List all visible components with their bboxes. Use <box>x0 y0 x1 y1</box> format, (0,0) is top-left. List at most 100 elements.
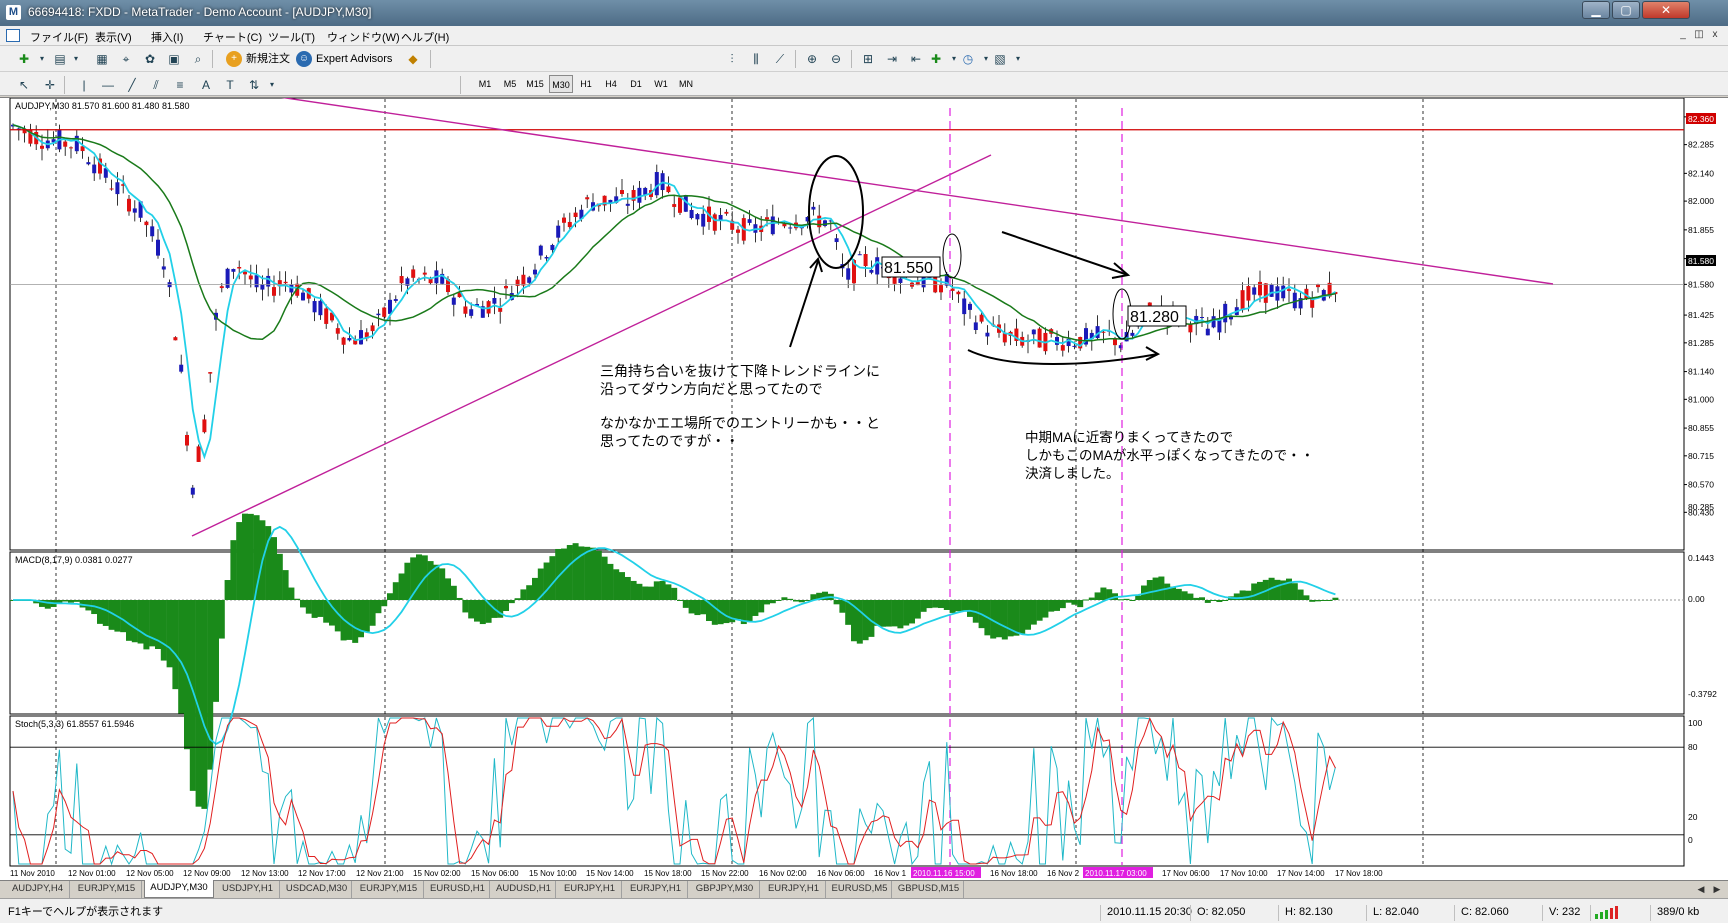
macd-histogram-bar <box>375 600 382 614</box>
templates-dropdown-icon[interactable]: ▾ <box>1008 50 1028 68</box>
macd-histogram-bar <box>387 593 393 600</box>
data-window-icon[interactable]: ⌖ <box>116 50 136 68</box>
candle-body <box>370 325 375 332</box>
zoom-out-icon[interactable]: ⊖ <box>826 50 846 68</box>
maximize-button[interactable]: ▢ <box>1612 1 1640 19</box>
chart-tab[interactable]: EURUSD,H1 <box>426 881 490 898</box>
vertical-line-icon[interactable]: | <box>74 76 94 94</box>
chart-shift-icon[interactable]: ⇤ <box>906 50 926 68</box>
fibonacci-icon[interactable]: ≡ <box>170 76 190 94</box>
bar-chart-icon[interactable]: ⫶ <box>722 50 742 68</box>
price-axis: 82.42582.28582.14082.00081.85581.71081.5… <box>1684 112 1714 517</box>
candle-body <box>179 364 184 372</box>
menu-help[interactable]: ヘルプ(H) <box>401 29 449 45</box>
price-axis-label: 81.580 <box>1688 279 1714 289</box>
price-axis-label: 80.570 <box>1688 480 1714 490</box>
chart-tab[interactable]: GBPJPY,M30 <box>690 881 760 898</box>
timeframe-m30-button[interactable]: M30 <box>549 75 573 93</box>
minimize-button[interactable]: ▁ <box>1582 1 1610 19</box>
timeframe-m1-button[interactable]: M1 <box>473 75 497 93</box>
entry-candle-ellipse <box>942 233 962 279</box>
timeframe-d1-button[interactable]: D1 <box>624 75 648 93</box>
macd-histogram-bar <box>1059 600 1066 609</box>
menu-chart[interactable]: チャート(C) <box>203 29 262 45</box>
text-icon[interactable]: A <box>196 76 216 94</box>
price-chart[interactable]: 82.42582.28582.14082.00081.85581.71081.5… <box>0 98 1728 881</box>
chart-tab[interactable]: AUDJPY,M30 <box>144 880 214 898</box>
tab-scroll-left-icon[interactable]: ◀ <box>1694 881 1708 897</box>
indicators-icon[interactable]: ✚ <box>926 50 946 68</box>
timeframe-w1-button[interactable]: W1 <box>649 75 673 93</box>
timeframe-mn-button[interactable]: MN <box>674 75 698 93</box>
candle-body <box>968 303 972 310</box>
status-open: O: 82.050 <box>1190 905 1245 921</box>
title-bar: M 66694418: FXDD - MetaTrader - Demo Acc… <box>0 0 1728 26</box>
chart-tab[interactable]: AUDJPY,H4 <box>6 881 70 898</box>
horizontal-line-icon[interactable]: — <box>98 76 118 94</box>
menu-insert[interactable]: 挿入(I) <box>151 29 183 45</box>
market-watch-icon[interactable]: ▦ <box>92 50 112 68</box>
profiles-dropdown-icon[interactable]: ▾ <box>66 50 86 68</box>
warning-icon[interactable]: ◆ <box>403 50 423 68</box>
terminal-icon[interactable]: ▣ <box>164 50 184 68</box>
arrows-dropdown-icon[interactable]: ▾ <box>262 76 282 94</box>
time-axis-label: 16 Nov 06:00 <box>817 869 865 878</box>
menu-view[interactable]: 表示(V) <box>95 29 132 45</box>
new-chart-dropdown-icon[interactable]: ▾ <box>32 50 52 68</box>
marker-time-label-1: 2010.11.16 15:00 <box>913 869 975 878</box>
candlestick-icon[interactable]: ⫼ <box>746 50 766 68</box>
menu-file[interactable]: ファイル(F) <box>30 29 88 45</box>
chart-tab[interactable]: EURUSD,M5 <box>828 881 892 898</box>
macd-histogram-bar <box>1077 600 1084 608</box>
zoom-in-icon[interactable]: ⊕ <box>802 50 822 68</box>
timeframe-h1-button[interactable]: H1 <box>574 75 598 93</box>
status-datetime: 2010.11.15 20:30 <box>1100 905 1192 921</box>
close-button[interactable]: ✕ <box>1642 1 1690 19</box>
chart-tab[interactable]: GBPUSD,M15 <box>894 881 964 898</box>
strategy-tester-icon[interactable]: ⌕ <box>188 50 208 68</box>
menu-window[interactable]: ウィンドウ(W) <box>327 29 400 45</box>
chart-tab[interactable]: EURJPY,M15 <box>72 881 142 898</box>
line-chart-icon[interactable]: ⟋ <box>770 50 790 68</box>
new-chart-icon[interactable]: ✚ <box>14 50 34 68</box>
trendline-icon[interactable]: ╱ <box>122 76 142 94</box>
cursor-icon[interactable]: ↖ <box>14 76 34 94</box>
chart-tab[interactable]: EURJPY,H1 <box>624 881 688 898</box>
macd-histogram-bar <box>1175 588 1182 600</box>
chart-tab[interactable]: EURJPY,M15 <box>354 881 424 898</box>
periods-icon[interactable]: ◷ <box>958 50 978 68</box>
chart-window[interactable]: 82.42582.28582.14082.00081.85581.71081.5… <box>0 97 1728 880</box>
mdi-restore-button[interactable]: ◫ <box>1692 29 1706 42</box>
macd-histogram-bar <box>247 513 254 600</box>
tab-scroll-right-icon[interactable]: ▶ <box>1710 881 1724 897</box>
timeframe-m15-button[interactable]: M15 <box>523 75 547 93</box>
chart-tab[interactable]: EURJPY,H1 <box>762 881 826 898</box>
equidistant-channel-icon[interactable]: ⫽ <box>146 76 166 94</box>
macd-histogram-bar <box>532 577 538 600</box>
chart-tab[interactable]: EURJPY,H1 <box>558 881 622 898</box>
text-label-icon[interactable]: T <box>220 76 240 94</box>
timeframe-h4-button[interactable]: H4 <box>599 75 623 93</box>
macd-axis-min: -0.3792 <box>1688 689 1717 699</box>
arrows-icon[interactable]: ⇅ <box>244 76 264 94</box>
mdi-close-button[interactable]: x <box>1708 29 1722 42</box>
auto-scroll-icon[interactable]: ⇥ <box>882 50 902 68</box>
crosshair-icon[interactable]: ✛ <box>40 76 60 94</box>
mdi-minimize-button[interactable]: _ <box>1676 29 1690 42</box>
candle-body <box>985 332 990 337</box>
menu-tools[interactable]: ツール(T) <box>268 29 315 45</box>
candle-body <box>196 446 201 462</box>
templates-icon[interactable]: ▧ <box>990 50 1010 68</box>
candle-body <box>1269 284 1274 297</box>
navigator-icon[interactable]: ✿ <box>140 50 160 68</box>
candle-body <box>272 287 276 296</box>
chart-tab[interactable]: USDJPY,H1 <box>216 881 280 898</box>
timeframe-m5-button[interactable]: M5 <box>498 75 522 93</box>
chart-tab[interactable]: AUDUSD,H1 <box>492 881 556 898</box>
chart-document-icon[interactable] <box>6 29 20 42</box>
tile-windows-icon[interactable]: ⊞ <box>858 50 878 68</box>
expert-advisors-button[interactable]: ☺ Expert Advisors <box>296 50 392 68</box>
new-order-button[interactable]: + 新規注文 <box>226 50 290 68</box>
chart-tab[interactable]: USDCAD,M30 <box>282 881 352 898</box>
macd-histogram-bar <box>619 572 625 600</box>
